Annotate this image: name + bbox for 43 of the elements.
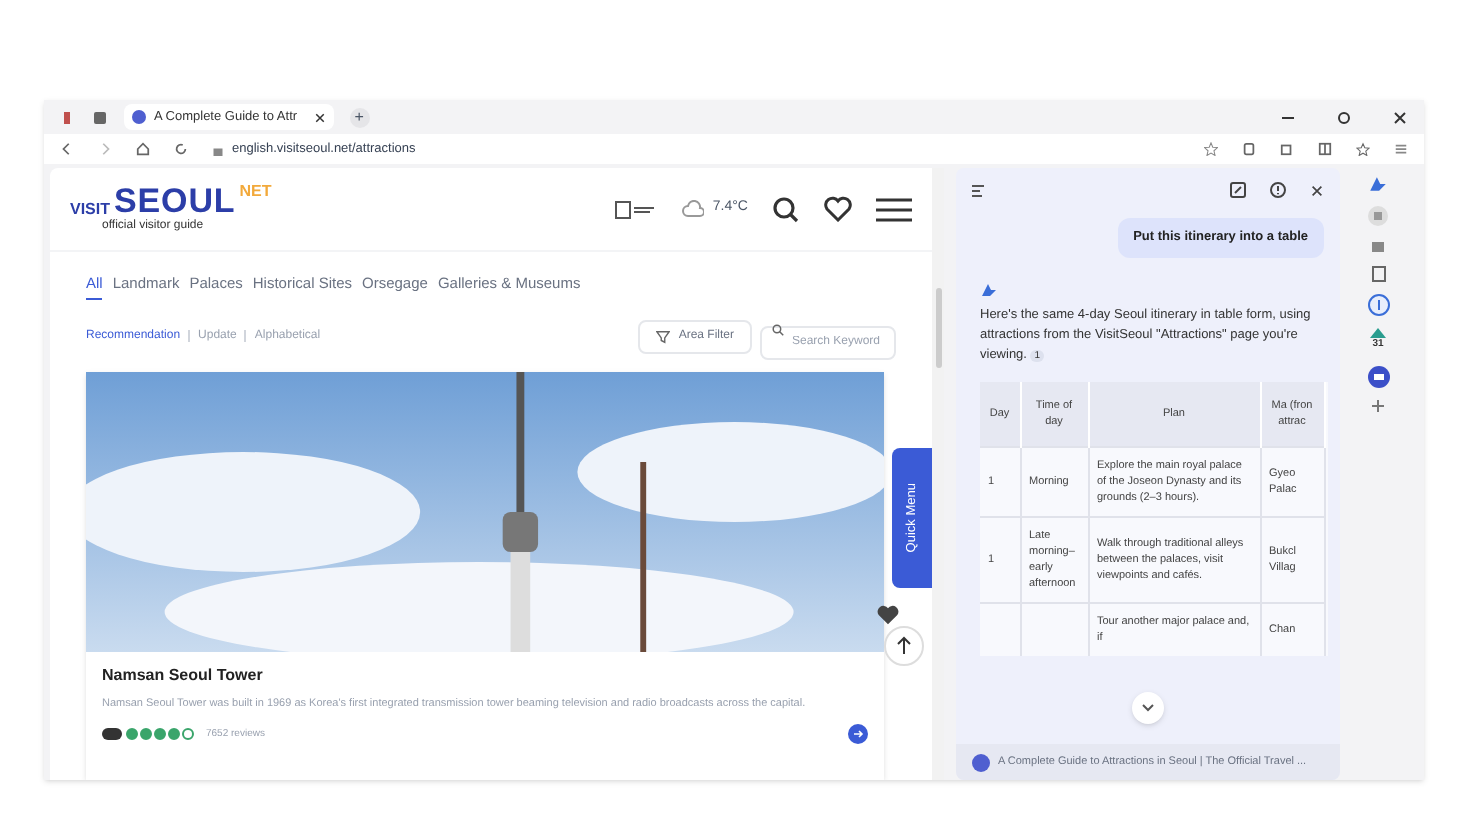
logo-net: NET xyxy=(239,183,272,199)
info-circle-icon[interactable] xyxy=(1367,294,1389,316)
search-icon[interactable] xyxy=(772,195,800,223)
tree-icon[interactable] xyxy=(1370,328,1386,338)
copilot-icon xyxy=(980,281,998,298)
favorites-icon[interactable] xyxy=(1356,142,1370,156)
calendar-icon[interactable] xyxy=(614,199,659,219)
close-icon[interactable] xyxy=(313,111,326,123)
tabs-icon[interactable] xyxy=(1280,142,1294,156)
restore-icon[interactable] xyxy=(1336,109,1352,125)
back-icon[interactable] xyxy=(60,142,74,156)
arrow-circle-icon[interactable] xyxy=(848,724,868,745)
card-title[interactable]: Namsan Seoul Tower xyxy=(102,664,263,689)
chevron-down-icon xyxy=(1142,704,1154,712)
heart-icon[interactable] xyxy=(876,604,900,626)
close-icon[interactable] xyxy=(1392,109,1408,125)
chat-icon[interactable] xyxy=(1368,206,1388,226)
toolbar-icon[interactable] xyxy=(1242,142,1256,156)
home-icon[interactable] xyxy=(136,142,150,156)
scroll-down-button[interactable] xyxy=(1132,692,1164,724)
filter-icon xyxy=(656,329,671,344)
heart-icon[interactable] xyxy=(824,196,852,222)
close-icon[interactable] xyxy=(1310,183,1324,197)
info-icon[interactable] xyxy=(1270,182,1286,198)
search-icon xyxy=(772,324,784,337)
site-icon xyxy=(972,753,990,771)
cloud-icon xyxy=(682,200,705,218)
logo-seoul: SEOUL xyxy=(114,183,236,217)
menu-icon[interactable] xyxy=(876,197,912,221)
site-icon xyxy=(132,110,146,124)
page-icon[interactable] xyxy=(1371,266,1385,282)
app-icon[interactable] xyxy=(1367,365,1389,387)
split-screen-icon[interactable] xyxy=(1318,142,1332,156)
star-icon[interactable] xyxy=(1204,142,1218,156)
scroll-to-top-button[interactable] xyxy=(884,626,924,666)
copilot-icon[interactable] xyxy=(1368,174,1388,194)
reload-icon[interactable] xyxy=(174,142,188,156)
new-chat-icon[interactable] xyxy=(1230,182,1246,198)
tab-group-icon[interactable] xyxy=(92,109,108,125)
new-tab-button[interactable]: + xyxy=(349,107,370,127)
add-icon[interactable] xyxy=(1372,399,1384,411)
history-icon[interactable] xyxy=(972,183,988,197)
logo-visit: VISIT xyxy=(70,201,111,217)
